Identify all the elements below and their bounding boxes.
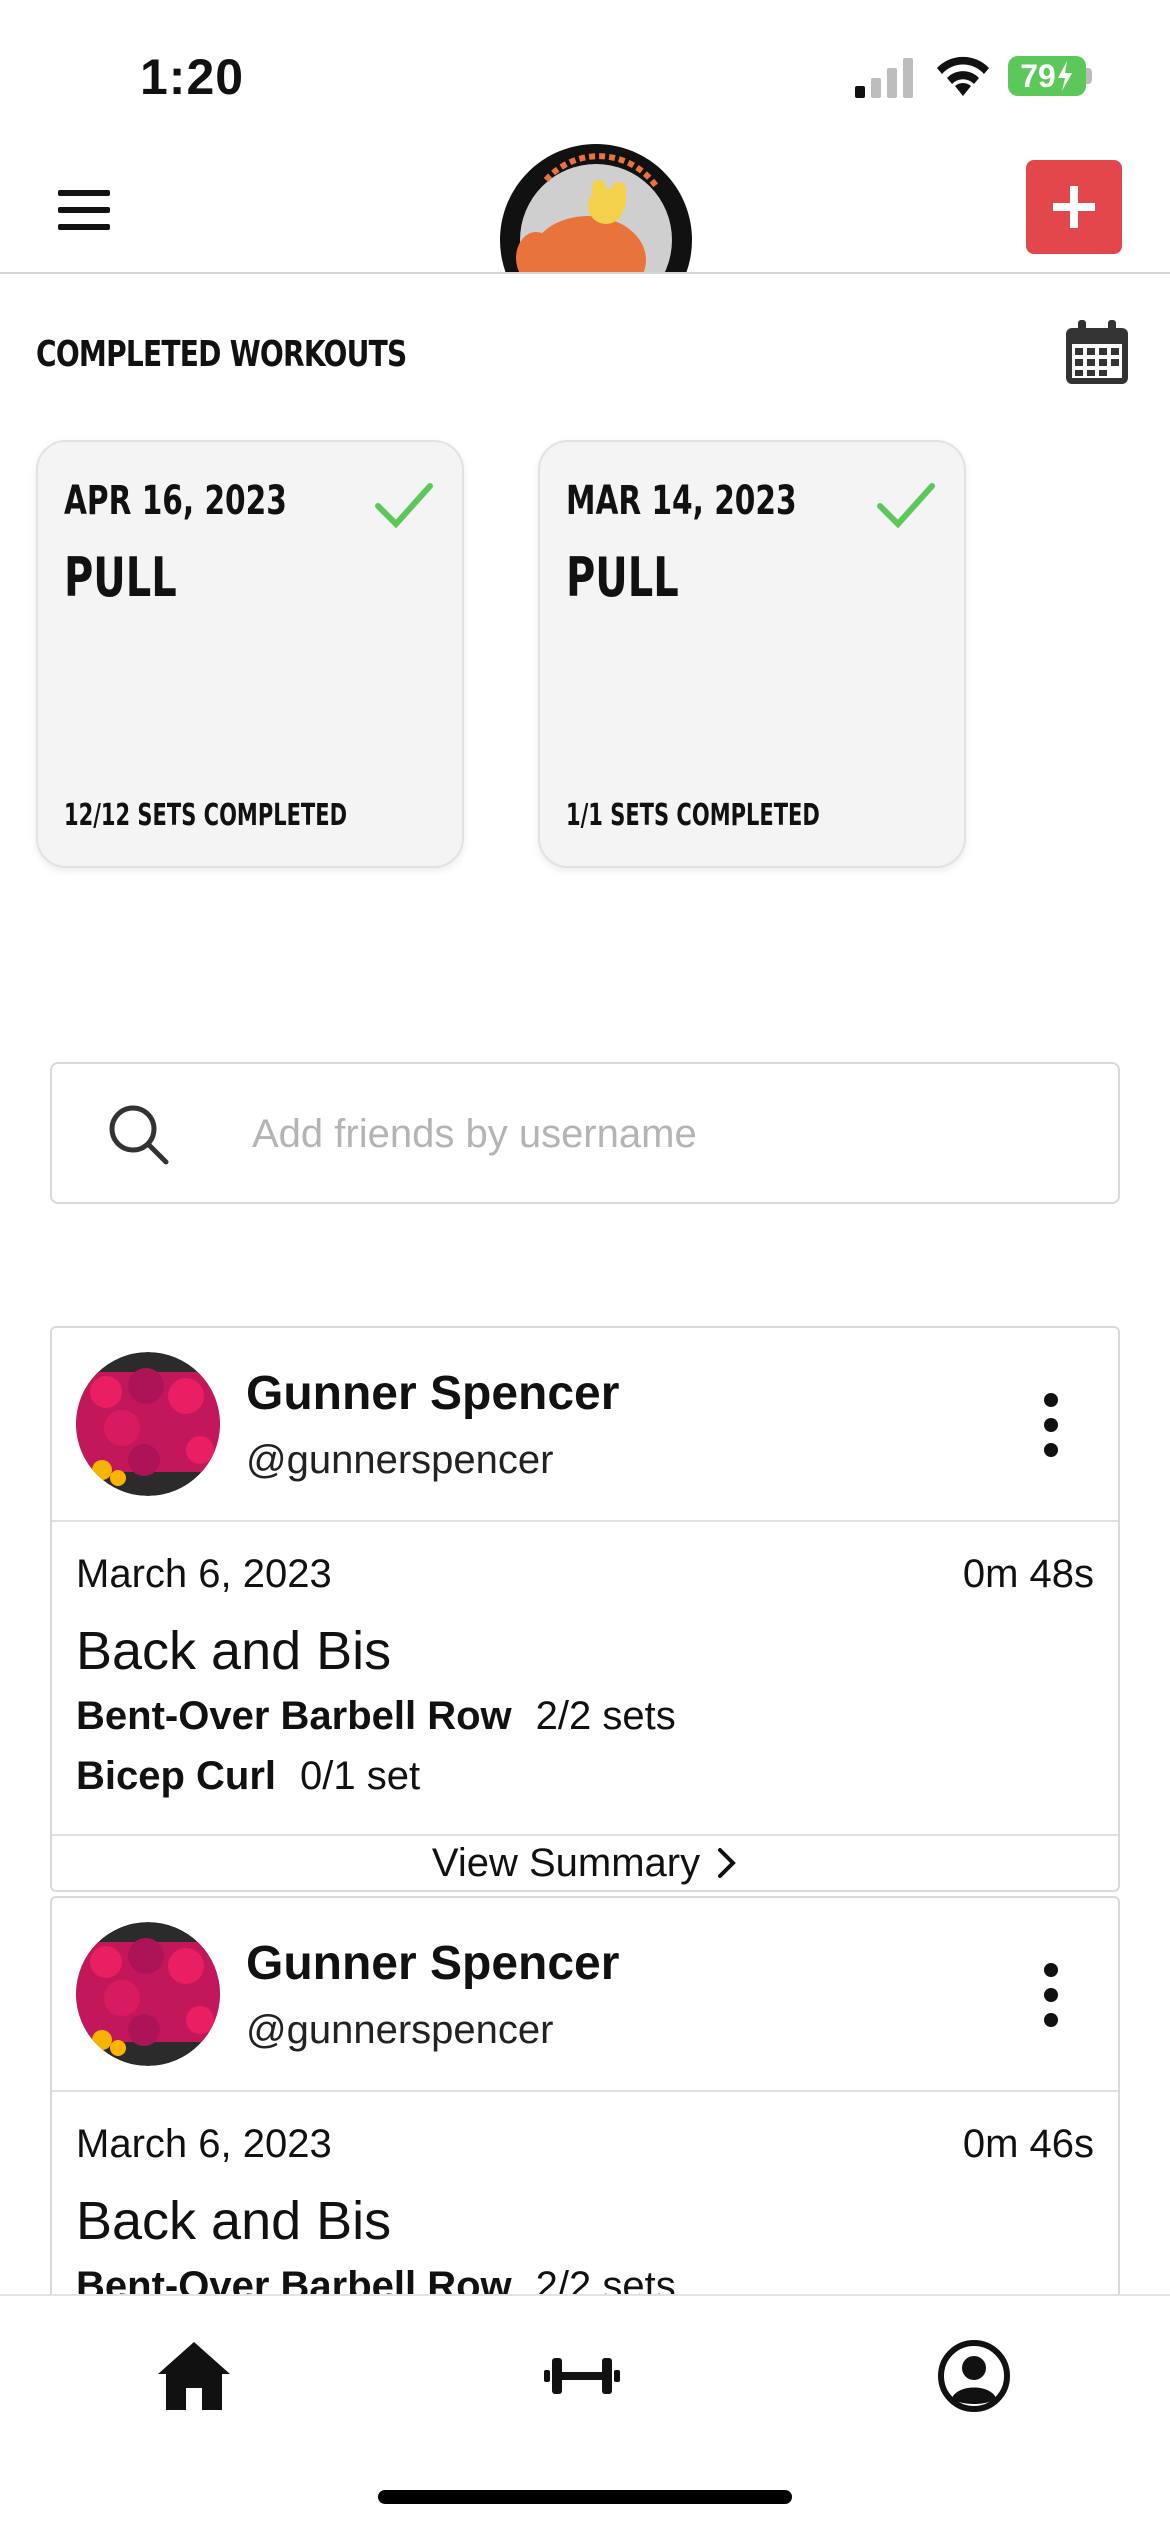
- view-summary-label: View Summary: [431, 1840, 701, 1885]
- workout-sets: 1/1 SETS COMPLETED: [566, 798, 820, 833]
- dumbbell-icon[interactable]: [542, 2336, 622, 2416]
- search-icon: [109, 1105, 169, 1165]
- search-input[interactable]: [252, 1094, 1072, 1174]
- feed-item-body: March 6, 2023 0m 48s Back and Bis Bent-O…: [52, 1522, 1118, 1834]
- profile-icon[interactable]: [934, 2336, 1014, 2416]
- exercise-row: Bent-Over Barbell Row 2/2 sets: [76, 1694, 676, 1739]
- plus-icon: [1053, 186, 1095, 228]
- feed-item[interactable]: Gunner Spencer @gunnerspencer March 6, 2…: [50, 1896, 1120, 2294]
- chevron-right-icon: [718, 1848, 736, 1878]
- check-icon: [375, 483, 433, 529]
- feed-item-header: Gunner Spencer @gunnerspencer: [52, 1328, 1118, 1522]
- post-title: Back and Bis: [76, 1621, 392, 1681]
- feed-item-body: March 6, 2023 0m 46s Back and Bis Bent-O…: [52, 2092, 1118, 2294]
- wifi-icon: [937, 56, 989, 96]
- post-duration: 0m 48s: [962, 1552, 1094, 1596]
- battery-level: 79: [1020, 57, 1056, 94]
- cellular-signal-icon: [855, 58, 913, 98]
- user-name[interactable]: Gunner Spencer: [246, 1936, 619, 1991]
- exercise-sets: 0/1 set: [300, 1754, 421, 1798]
- exercise-row: Bent-Over Barbell Row 2/2 sets: [76, 2264, 676, 2294]
- exercise-sets: 2/2 sets: [535, 2264, 676, 2294]
- exercise-name: Bent-Over Barbell Row: [76, 2264, 512, 2294]
- feed-item[interactable]: Gunner Spencer @gunnerspencer March 6, 2…: [50, 1326, 1120, 1892]
- exercise-name: Bicep Curl: [76, 1754, 277, 1798]
- section-title: COMPLETED WORKOUTS: [36, 334, 407, 375]
- charging-bolt-icon: [1057, 61, 1072, 91]
- completed-workout-card[interactable]: APR 16, 2023 PULL 12/12 SETS COMPLETED: [36, 440, 464, 868]
- activity-feed[interactable]: Gunner Spencer @gunnerspencer March 6, 2…: [50, 1326, 1120, 2294]
- avatar[interactable]: [76, 1922, 220, 2066]
- post-date: March 6, 2023: [76, 2122, 332, 2166]
- post-title: Back and Bis: [76, 2191, 392, 2251]
- workout-name: PULL: [64, 546, 177, 609]
- user-name[interactable]: Gunner Spencer: [246, 1366, 619, 1421]
- feed-item-header: Gunner Spencer @gunnerspencer: [52, 1898, 1118, 2092]
- battery-indicator: 79: [1008, 56, 1086, 96]
- battery-cap: [1086, 68, 1092, 84]
- calendar-icon[interactable]: [1064, 320, 1130, 386]
- home-icon[interactable]: [154, 2336, 234, 2416]
- exercise-row: Bicep Curl 0/1 set: [76, 1754, 420, 1799]
- app-header: [0, 140, 1170, 274]
- app-logo[interactable]: [496, 140, 696, 272]
- exercise-sets: 2/2 sets: [535, 1694, 676, 1738]
- workout-name: PULL: [566, 546, 679, 609]
- search-bar[interactable]: [50, 1062, 1120, 1204]
- status-bar: 1:20 79: [0, 0, 1170, 140]
- hamburger-menu-icon[interactable]: [58, 190, 110, 230]
- check-icon: [877, 483, 935, 529]
- status-time: 1:20: [140, 49, 245, 105]
- more-options-icon[interactable]: [1036, 1962, 1066, 2028]
- workout-sets: 12/12 SETS COMPLETED: [64, 798, 348, 833]
- exercise-name: Bent-Over Barbell Row: [76, 1694, 512, 1738]
- workout-date: APR 16, 2023: [64, 478, 287, 524]
- more-options-icon[interactable]: [1036, 1392, 1066, 1458]
- add-workout-button[interactable]: [1026, 160, 1122, 254]
- completed-workout-card[interactable]: MAR 14, 2023 PULL 1/1 SETS COMPLETED: [538, 440, 966, 868]
- user-handle: @gunnerspencer: [246, 1438, 554, 1482]
- home-indicator: [378, 2490, 792, 2504]
- post-date: March 6, 2023: [76, 1552, 332, 1596]
- user-handle: @gunnerspencer: [246, 2008, 554, 2052]
- post-duration: 0m 46s: [962, 2122, 1094, 2166]
- view-summary-button[interactable]: View Summary: [52, 1834, 1118, 1890]
- workout-date: MAR 14, 2023: [566, 478, 797, 524]
- avatar[interactable]: [76, 1352, 220, 1496]
